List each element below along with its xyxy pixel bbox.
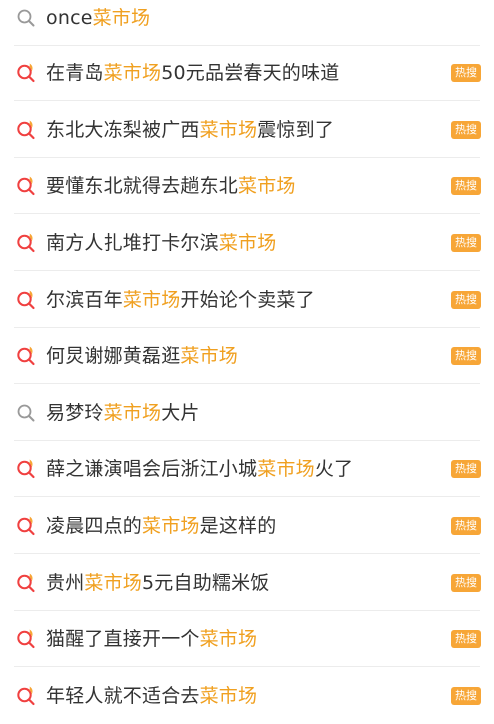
divider — [14, 553, 480, 554]
highlighted-keyword: 菜市场 — [238, 175, 296, 197]
hot-badge: 热搜 — [451, 121, 481, 139]
suggestion-prefix: 猫醒了直接开一个 — [46, 628, 200, 650]
suggestion-text: 尔滨百年菜市场开始论个卖菜了 — [46, 288, 315, 312]
highlighted-keyword: 菜市场 — [199, 685, 258, 707]
suggestion-text: 何炅谢娜黄磊逛菜市场 — [46, 344, 238, 368]
suggestion-item[interactable]: 尔滨百年菜市场开始论个卖菜了 热搜 — [0, 272, 494, 328]
suggestion-item[interactable]: 南方人扎堆打卡尔滨菜市场 热搜 — [0, 215, 494, 271]
hot-search-icon — [14, 457, 38, 481]
hot-badge: 热搜 — [451, 630, 481, 648]
suggestion-prefix: 南方人扎堆打卡尔滨 — [46, 232, 219, 254]
hot-badge: 热搜 — [451, 574, 481, 592]
suggestion-prefix: 薛之谦演唱会后浙江小城 — [46, 458, 258, 480]
suggestion-prefix: 贵州 — [46, 572, 85, 594]
suggestion-suffix: 火了 — [314, 458, 354, 480]
hot-search-icon — [14, 231, 38, 255]
hot-search-icon — [14, 514, 38, 538]
suggestion-suffix: 开始论个卖菜了 — [180, 289, 315, 311]
suggestion-item[interactable]: 年轻人就不适合去菜市场 热搜 — [0, 668, 494, 724]
divider — [14, 496, 480, 497]
suggestion-prefix: 易梦玲 — [46, 402, 104, 424]
suggestion-prefix: once — [46, 7, 93, 29]
highlighted-keyword: 菜市场 — [218, 232, 277, 254]
divider — [14, 666, 480, 667]
highlighted-keyword: 菜市场 — [103, 62, 162, 84]
suggestion-item[interactable]: 在青岛菜市场50元品尝春天的味道 热搜 — [0, 45, 494, 101]
highlighted-keyword: 菜市场 — [122, 289, 181, 311]
suggestion-suffix: 是这样的 — [199, 515, 277, 537]
suggestion-item[interactable]: 东北大冻梨被广西菜市场震惊到了 热搜 — [0, 102, 494, 158]
divider — [14, 383, 480, 384]
hot-badge: 热搜 — [451, 517, 481, 535]
suggestion-item[interactable]: 何炅谢娜黄磊逛菜市场 热搜 — [0, 328, 494, 384]
suggestion-text: 要懂东北就得去趟东北菜市场 — [46, 174, 296, 198]
hot-search-icon — [14, 627, 38, 651]
suggestion-prefix: 凌晨四点的 — [46, 515, 143, 537]
highlighted-keyword: 菜市场 — [199, 628, 258, 650]
highlighted-keyword: 菜市场 — [142, 515, 200, 537]
suggestion-item[interactable]: 贵州菜市场5元自助糯米饭 热搜 — [0, 555, 494, 611]
suggestion-item[interactable]: 凌晨四点的菜市场是这样的 热搜 — [0, 498, 494, 554]
highlighted-keyword: 菜市场 — [103, 402, 162, 424]
suggestion-text: once菜市场 — [46, 6, 150, 30]
suggestion-item[interactable]: 易梦玲菜市场大片 — [0, 385, 494, 441]
hot-search-icon — [14, 684, 38, 708]
hot-badge: 热搜 — [451, 177, 481, 195]
suggestion-text: 南方人扎堆打卡尔滨菜市场 — [46, 231, 276, 255]
suggestion-text: 薛之谦演唱会后浙江小城菜市场火了 — [46, 457, 353, 481]
hot-badge: 热搜 — [451, 234, 481, 252]
highlighted-keyword: 菜市场 — [84, 572, 143, 594]
suggestion-prefix: 要懂东北就得去趟东北 — [46, 175, 239, 197]
suggestion-suffix: 震惊到了 — [257, 119, 335, 141]
hot-badge: 热搜 — [451, 347, 481, 365]
suggestion-text: 东北大冻梨被广西菜市场震惊到了 — [46, 118, 334, 142]
divider — [14, 270, 480, 271]
hot-search-icon — [14, 61, 38, 85]
hot-badge: 热搜 — [451, 460, 481, 478]
highlighted-keyword: 菜市场 — [180, 345, 239, 367]
divider — [14, 213, 480, 214]
suggestion-prefix: 在青岛 — [46, 62, 104, 84]
suggestion-text: 年轻人就不适合去菜市场 — [46, 684, 257, 708]
highlighted-keyword: 菜市场 — [199, 119, 258, 141]
suggestion-text: 凌晨四点的菜市场是这样的 — [46, 514, 276, 538]
suggestion-text: 猫醒了直接开一个菜市场 — [46, 627, 257, 651]
highlighted-keyword: 菜市场 — [92, 7, 151, 29]
highlighted-keyword: 菜市场 — [257, 458, 315, 480]
divider — [14, 100, 480, 101]
hot-search-icon — [14, 118, 38, 142]
suggestion-suffix: 5元自助糯米饭 — [142, 572, 270, 594]
hot-search-icon — [14, 571, 38, 595]
suggestion-text: 易梦玲菜市场大片 — [46, 401, 200, 425]
suggestion-prefix: 尔滨百年 — [46, 289, 123, 311]
hot-search-icon — [14, 288, 38, 312]
hot-search-icon — [14, 344, 38, 368]
search-suggestion-list: once菜市场 在青岛菜市场50元品尝春天的味道 热搜 东北大冻梨被广西菜市场震惊到了… — [0, 0, 494, 721]
suggestion-item[interactable]: 薛之谦演唱会后浙江小城菜市场火了 热搜 — [0, 441, 494, 497]
search-icon — [14, 6, 38, 30]
suggestion-item[interactable]: 要懂东北就得去趟东北菜市场 热搜 — [0, 158, 494, 214]
suggestion-prefix: 年轻人就不适合去 — [46, 685, 200, 707]
hot-badge: 热搜 — [451, 687, 481, 705]
suggestion-text: 贵州菜市场5元自助糯米饭 — [46, 571, 270, 595]
hot-badge: 热搜 — [451, 291, 481, 309]
suggestion-item[interactable]: once菜市场 — [0, 0, 494, 46]
suggestion-prefix: 东北大冻梨被广西 — [46, 119, 200, 141]
search-icon — [14, 401, 38, 425]
suggestion-text: 在青岛菜市场50元品尝春天的味道 — [46, 61, 339, 85]
hot-badge: 热搜 — [451, 64, 481, 82]
suggestion-item[interactable]: 猫醒了直接开一个菜市场 热搜 — [0, 611, 494, 667]
suggestion-suffix: 大片 — [161, 402, 200, 424]
suggestion-suffix: 50元品尝春天的味道 — [161, 62, 340, 84]
hot-search-icon — [14, 174, 38, 198]
suggestion-prefix: 何炅谢娜黄磊逛 — [46, 345, 181, 367]
